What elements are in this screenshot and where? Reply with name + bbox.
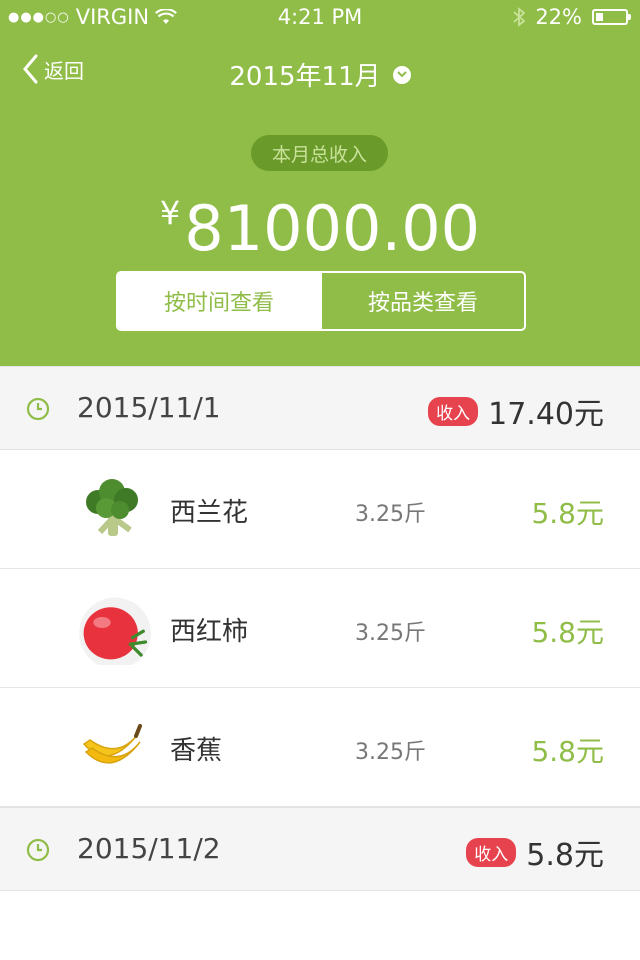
view-segmented-control: 按时间查看 按品类查看	[116, 271, 526, 331]
day-header[interactable]: 2015/11/2 收入 5.8元	[0, 807, 640, 891]
clock-icon	[26, 397, 50, 421]
list-item[interactable]: 西红柿 3.25斤 5.8元	[0, 569, 640, 688]
tomato-icon	[79, 597, 151, 665]
header: ●●●○○ VIRGIN 4:21 PM 22% 返回 2015年11月 本月总…	[0, 0, 640, 366]
day-total: 17.40元	[488, 397, 604, 432]
income-tag: 收入	[428, 396, 479, 426]
item-name: 西红柿	[170, 617, 249, 647]
bluetooth-icon	[513, 7, 526, 27]
monthly-income-amount: ¥81000.00	[0, 178, 640, 264]
day-header[interactable]: 2015/11/1 收入 17.40元	[0, 366, 640, 450]
day-date: 2015/11/2	[77, 832, 221, 865]
item-price: 5.8元	[531, 735, 604, 768]
day-summary: 收入 5.8元	[466, 830, 604, 874]
status-bar: ●●●○○ VIRGIN 4:21 PM 22%	[0, 0, 640, 36]
battery-label: 22%	[535, 5, 582, 29]
item-name: 香蕉	[170, 736, 223, 766]
clock-icon	[26, 838, 50, 862]
status-right: 22%	[513, 5, 631, 29]
chevron-down-icon	[392, 65, 411, 84]
monthly-income-badge: 本月总收入	[251, 135, 388, 171]
item-weight: 3.25斤	[355, 740, 426, 765]
item-weight: 3.25斤	[355, 621, 426, 646]
banana-icon	[82, 724, 142, 764]
month-title: 2015年11月	[229, 62, 381, 92]
item-price: 5.8元	[531, 497, 604, 530]
list-item[interactable]: 西兰花 3.25斤 5.8元	[0, 450, 640, 569]
day-date: 2015/11/1	[77, 391, 221, 424]
nav-bar: 返回 2015年11月	[0, 40, 640, 106]
item-name: 西兰花	[170, 498, 249, 528]
item-price: 5.8元	[531, 616, 604, 649]
income-tag: 收入	[466, 837, 517, 867]
battery-icon	[592, 9, 631, 25]
day-total: 5.8元	[526, 838, 604, 873]
tab-by-time[interactable]: 按时间查看	[118, 273, 320, 329]
list-item[interactable]: 香蕉 3.25斤 5.8元	[0, 688, 640, 807]
tab-by-category[interactable]: 按品类查看	[320, 273, 524, 329]
broccoli-icon	[86, 479, 138, 536]
month-selector[interactable]: 2015年11月	[0, 56, 640, 93]
amount-value: 81000.00	[184, 192, 481, 265]
currency-symbol: ¥	[159, 194, 181, 232]
item-weight: 3.25斤	[355, 502, 426, 527]
day-summary: 收入 17.40元	[428, 389, 604, 433]
